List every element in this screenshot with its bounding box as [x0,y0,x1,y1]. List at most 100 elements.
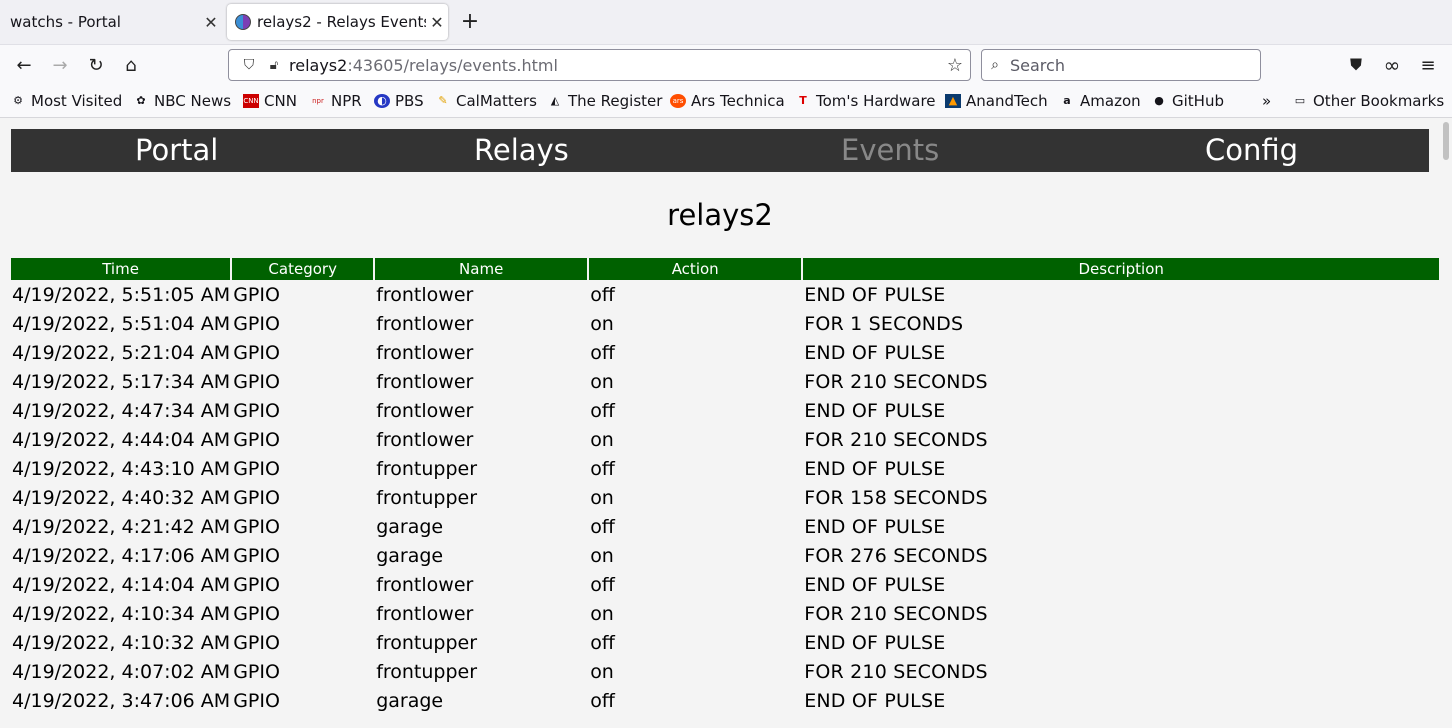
event-name: frontlower [376,312,474,335]
url-host: relays2 [289,55,348,75]
ars-icon: ars [670,94,686,108]
event-time: 4/19/2022, 5:51:05 AM [12,283,231,306]
event-time: 4/19/2022, 3:47:06 AM [12,689,231,712]
nav-events-link[interactable]: Events [841,129,939,172]
table-row: 4/19/2022, 4:44:04 AM GPIO frontlower on FOR… [11,425,1439,454]
bookmark-label: NBC News [154,92,232,110]
bookmark-pbs[interactable]: ◐ PBS [374,92,424,110]
event-category: GPIO [233,573,280,596]
column-header-action[interactable]: Action [589,258,802,280]
nav-relays-link[interactable]: Relays [474,129,569,172]
reload-icon[interactable]: ↻ [82,51,110,79]
url-text[interactable]: relays2:43605/relays/events.html [285,56,940,75]
new-tab-plus-icon[interactable]: + [458,8,482,36]
event-action: on [590,428,614,451]
event-name: garage [376,515,444,538]
scrollbar-thumb[interactable] [1443,122,1449,160]
events-table: Time Category Name Action Description 4/… [9,258,1441,715]
bookmarks-overflow-chevron-icon[interactable]: » [1262,92,1271,110]
private-mask-icon[interactable]: ∞ [1378,51,1406,79]
bookmark-github[interactable]: ● GitHub [1151,92,1224,110]
bookmark-ars-technica[interactable]: ars Ars Technica [670,92,785,110]
event-action: on [590,660,614,683]
event-name: frontlower [376,573,474,596]
event-time: 4/19/2022, 4:14:04 AM [12,573,231,596]
bookmark-calmatters[interactable]: ✎ CalMatters [435,92,537,110]
forward-arrow-icon[interactable]: → [46,51,74,79]
event-action: off [590,399,615,422]
table-row: 4/19/2022, 4:14:04 AM GPIO frontlower off EN… [11,570,1439,599]
home-icon[interactable]: ⌂ [117,51,145,79]
column-header-time[interactable]: Time [11,258,231,280]
bookmark-toms-hardware[interactable]: T Tom's Hardware [795,92,935,110]
column-header-category[interactable]: Category [232,258,374,280]
column-header-name[interactable]: Name [375,258,588,280]
event-description: FOR 276 SECONDS [804,544,988,567]
insecure-lock-icon[interactable]: 🔓︎ [263,58,285,73]
tracking-shield-icon[interactable]: ⛉ [235,57,263,73]
bookmark-the-register[interactable]: ◭ The Register [547,92,663,110]
cnn-icon: CNN [243,94,259,108]
bookmark-label: CNN [264,92,297,110]
table-row: 4/19/2022, 4:10:32 AM GPIO frontupper off EN… [11,628,1439,657]
close-tab-icon[interactable]: ✕ [200,13,222,32]
table-row: 4/19/2022, 4:10:34 AM GPIO frontlower on FOR… [11,599,1439,628]
bookmark-label: PBS [395,92,424,110]
table-row: 4/19/2022, 3:47:06 AM GPIO garage off END OF… [11,686,1439,715]
event-action: on [590,544,614,567]
back-arrow-icon[interactable]: ← [10,51,38,79]
bookmark-label: Ars Technica [691,92,785,110]
event-time: 4/19/2022, 4:10:34 AM [12,602,231,625]
event-category: GPIO [233,457,280,480]
table-row: 4/19/2022, 4:47:34 AM GPIO frontlower off EN… [11,396,1439,425]
close-tab-icon[interactable]: ✕ [426,13,448,32]
event-description: FOR 1 SECONDS [804,312,964,335]
bookmark-label: GitHub [1172,92,1224,110]
bookmark-amazon[interactable]: a Amazon [1059,92,1140,110]
event-name: frontupper [376,631,478,654]
bookmark-anandtech[interactable]: ▲ AnandTech [945,92,1048,110]
event-category: GPIO [233,399,280,422]
nav-config-link[interactable]: Config [1205,129,1298,172]
tab-title: watchs - Portal [10,13,121,31]
event-time: 4/19/2022, 4:17:06 AM [12,544,231,567]
event-name: frontlower [376,341,474,364]
event-category: GPIO [233,428,280,451]
table-row: 4/19/2022, 4:07:02 AM GPIO frontupper on FOR… [11,657,1439,686]
register-icon: ◭ [550,94,560,107]
bookmark-cnn[interactable]: CNN CNN [243,92,297,110]
tab-relays-events[interactable]: relays2 - Relays Events ✕ [227,4,448,40]
navigation-toolbar: ← → ↻ ⌂ ⛉ 🔓︎ relays2:43605/relays/events… [0,44,1452,84]
event-description: END OF PULSE [804,631,946,654]
pocket-icon[interactable]: ⛊ [1342,51,1370,79]
site-nav-bar: Portal Relays Events Config [11,129,1429,172]
search-input[interactable] [1008,54,1260,76]
event-name: frontupper [376,486,478,509]
bookmark-most-visited[interactable]: ⚙ Most Visited [10,92,122,110]
other-bookmarks-folder[interactable]: ▭ Other Bookmarks [1292,92,1444,110]
event-category: GPIO [233,370,280,393]
column-header-description[interactable]: Description [803,258,1440,280]
url-bar[interactable]: ⛉ 🔓︎ relays2:43605/relays/events.html ☆ [228,49,971,81]
event-time: 4/19/2022, 5:51:04 AM [12,312,231,335]
npr-icon: npr [312,97,324,105]
bookmark-nbc-news[interactable]: ✿ NBC News [133,92,231,110]
nav-portal-link[interactable]: Portal [135,129,218,172]
menu-icon[interactable]: ≡ [1414,51,1442,79]
table-row: 4/19/2022, 4:43:10 AM GPIO frontupper off EN… [11,454,1439,483]
bookmark-npr[interactable]: npr NPR [310,92,362,110]
tab-watchs-portal[interactable]: watchs - Portal ✕ [0,4,222,40]
event-category: GPIO [233,312,280,335]
anandtech-icon: ▲ [945,94,961,108]
event-name: garage [376,544,444,567]
relays-favicon-icon [235,14,251,30]
event-description: FOR 158 SECONDS [804,486,988,509]
bookmark-star-icon[interactable]: ☆ [940,55,970,76]
event-time: 4/19/2022, 4:07:02 AM [12,660,231,683]
vertical-scrollbar[interactable] [1440,118,1452,728]
bookmark-label: AnandTech [966,92,1048,110]
table-row: 4/19/2022, 4:21:42 AM GPIO garage off END OF… [11,512,1439,541]
gear-icon: ⚙ [13,94,23,107]
table-row: 4/19/2022, 5:17:34 AM GPIO frontlower on FOR… [11,367,1439,396]
search-bar[interactable]: ⌕ [981,49,1261,81]
